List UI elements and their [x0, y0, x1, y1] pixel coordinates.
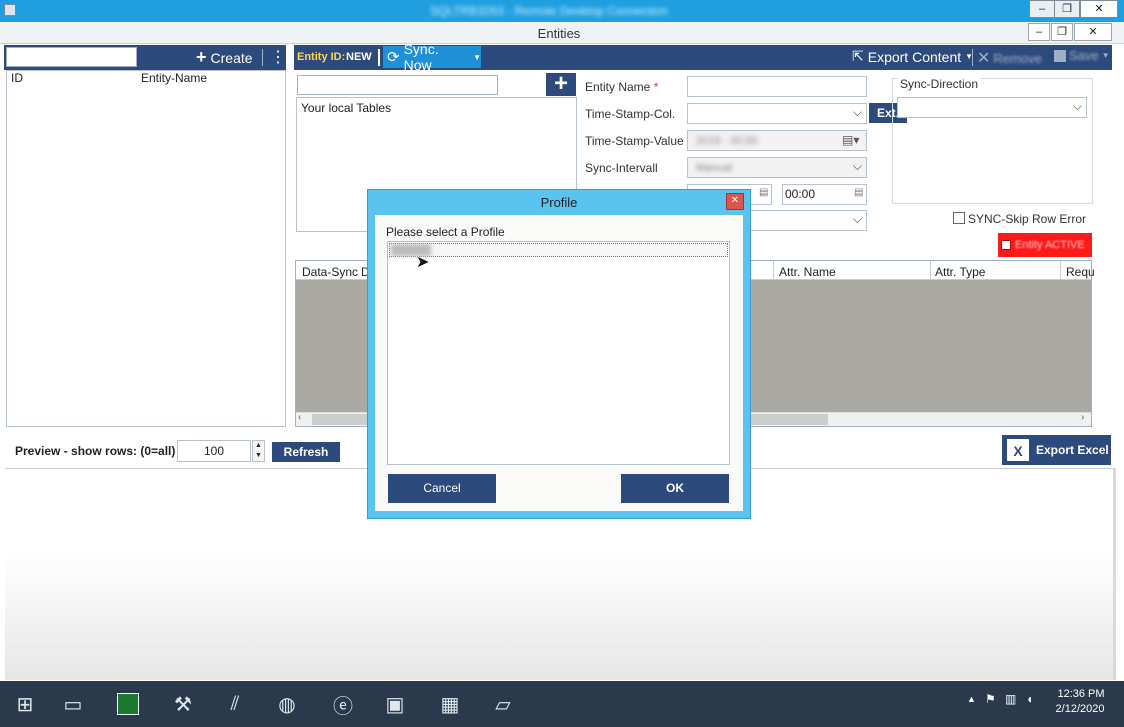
- rdp-window-title: SQLTRB3263 - Remote Desktop Connection: [430, 4, 668, 18]
- column-header-entity-name[interactable]: Entity-Name: [141, 71, 207, 85]
- dialog-close-button[interactable]: ✕: [726, 193, 744, 210]
- clock-time[interactable]: 12:36 PM: [1056, 688, 1106, 700]
- tray-expand-icon[interactable]: ▲: [967, 694, 976, 704]
- calendar-icon[interactable]: ▤: [759, 187, 768, 198]
- profile-list[interactable]: [387, 241, 730, 465]
- export-excel-label: Export Excel: [1036, 443, 1109, 457]
- tools-icon[interactable]: ⚒: [158, 685, 208, 723]
- window-app-icon[interactable]: ▦: [425, 685, 475, 723]
- entity-search-input[interactable]: [6, 47, 137, 67]
- save-label: Save: [1069, 48, 1099, 63]
- profile-list-item[interactable]: [389, 243, 728, 257]
- app-close-button[interactable]: ✕: [1074, 23, 1112, 41]
- dialog-title: Profile: [540, 195, 578, 210]
- skip-row-error-checkbox[interactable]: [953, 212, 965, 224]
- excel-icon: X: [1006, 438, 1030, 462]
- entity-active-label: Entity ACTIVE: [1015, 239, 1085, 251]
- ok-button[interactable]: OK: [621, 474, 729, 503]
- export-content-label: Export Content: [867, 48, 962, 65]
- export-excel-button[interactable]: X Export Excel: [1002, 435, 1111, 465]
- timestamp-value-field[interactable]: 2019 · 00:00: [687, 130, 867, 151]
- dropdown-arrow-icon: ▼: [473, 52, 481, 62]
- column-divider: [1060, 261, 1061, 280]
- column-header-id[interactable]: ID: [11, 71, 23, 85]
- entity-list[interactable]: [6, 70, 286, 427]
- window-border: [1113, 468, 1116, 680]
- network-icon[interactable]: ▥: [1005, 692, 1016, 706]
- save-button[interactable]: Save ▼: [1054, 48, 1110, 63]
- refresh-icon: ⟳: [387, 49, 400, 66]
- rdp-restore-button[interactable]: ❐: [1054, 0, 1080, 18]
- sync-direction-select[interactable]: [897, 97, 1087, 118]
- entity-active-checkbox[interactable]: [1001, 240, 1011, 250]
- preview-rows-label: Preview - show rows: (0=all): [15, 444, 176, 458]
- scroll-left-icon[interactable]: ‹: [298, 412, 301, 423]
- app-green-icon[interactable]: [103, 685, 153, 723]
- export-content-button[interactable]: ⇱ Export Content ▼: [852, 48, 973, 65]
- refresh-button[interactable]: Refresh: [272, 442, 340, 462]
- create-button[interactable]: + Create: [196, 46, 253, 69]
- preview-rows-input[interactable]: 100: [177, 440, 251, 462]
- calendar-icon[interactable]: ▤▾: [842, 133, 859, 147]
- export-icon: ⇱: [852, 48, 864, 64]
- sync-direction-label: Sync-Direction: [898, 77, 981, 91]
- plus-icon: +: [196, 47, 207, 67]
- local-tables-header: Your local Tables: [301, 101, 392, 115]
- toolbar-divider: [972, 49, 973, 66]
- column-header-attr-name[interactable]: Attr. Name: [779, 265, 836, 279]
- entity-id-label: Entity ID:: [297, 51, 346, 63]
- entity-name-label: Entity Name *: [585, 80, 659, 94]
- sync-app-icon[interactable]: ◍: [262, 685, 312, 723]
- sync-now-label: Sync. Now: [403, 41, 439, 73]
- create-label: Create: [210, 49, 253, 66]
- timestamp-col-label: Time-Stamp-Col.: [585, 107, 676, 121]
- app-restore-button[interactable]: ❐: [1051, 23, 1073, 41]
- toolbar-divider: [378, 49, 380, 66]
- rdp-minimize-button[interactable]: –: [1029, 0, 1055, 18]
- sync-now-button[interactable]: ⟳ Sync. Now ▼: [383, 41, 481, 73]
- entity-active-toggle[interactable]: Entity ACTIVE: [998, 233, 1092, 257]
- column-header-attr-type[interactable]: Attr. Type: [935, 265, 985, 279]
- network-tool-icon[interactable]: ⫽: [210, 685, 260, 723]
- entity-name-field[interactable]: [687, 76, 867, 97]
- app-minimize-button[interactable]: –: [1028, 23, 1050, 41]
- internet-explorer-icon[interactable]: ⓔ: [318, 685, 368, 723]
- add-table-button[interactable]: +: [546, 72, 576, 96]
- file-explorer-icon[interactable]: ▭: [48, 685, 98, 723]
- column-header-required[interactable]: Requ: [1066, 265, 1095, 279]
- timestamp-value-label: Time-Stamp-Value: [585, 134, 684, 148]
- volume-icon[interactable]: ◖: [1026, 692, 1033, 706]
- flag-icon[interactable]: ⚑: [985, 692, 996, 706]
- dropdown-arrow-icon: ▼: [1101, 51, 1110, 60]
- skip-row-error-label: SYNC-Skip Row Error: [968, 212, 1087, 226]
- dialog-prompt: Please select a Profile: [386, 225, 505, 239]
- scroll-right-icon[interactable]: ›: [1081, 412, 1084, 423]
- notepad-icon[interactable]: ▱: [478, 685, 528, 723]
- rdp-close-button[interactable]: ✕: [1080, 0, 1118, 18]
- save-icon: [1054, 49, 1066, 62]
- rows-spinner[interactable]: ▲ ▼: [252, 440, 265, 462]
- cancel-button[interactable]: Cancel: [388, 474, 496, 503]
- sync-interval-select[interactable]: Manual: [687, 157, 867, 178]
- app-title: Entities: [537, 26, 581, 41]
- timestamp-col-select[interactable]: [687, 103, 867, 124]
- column-divider: [930, 261, 931, 280]
- mouse-cursor-icon: ➤: [416, 254, 430, 271]
- clock-icon[interactable]: ▤: [854, 187, 863, 198]
- remove-button[interactable]: ✕ Remove: [977, 48, 1042, 68]
- clock-date[interactable]: 2/12/2020: [1052, 703, 1108, 715]
- sync-interval-label: Sync-Intervall: [585, 161, 658, 175]
- more-options-icon[interactable]: ⋮: [270, 46, 286, 69]
- rdp-app-icon: [4, 4, 16, 16]
- toolbar-divider: [262, 49, 263, 66]
- server-manager-icon[interactable]: ▣: [370, 685, 420, 723]
- remove-label: Remove: [993, 50, 1042, 66]
- close-icon: ✕: [977, 50, 991, 67]
- required-mark: *: [653, 80, 659, 94]
- start-icon[interactable]: ⊞: [0, 685, 50, 723]
- table-search-input[interactable]: [297, 75, 498, 95]
- entity-id-value: NEW: [346, 51, 372, 63]
- column-divider: [773, 261, 774, 280]
- column-header-data-sync[interactable]: Data-Sync: [302, 265, 358, 279]
